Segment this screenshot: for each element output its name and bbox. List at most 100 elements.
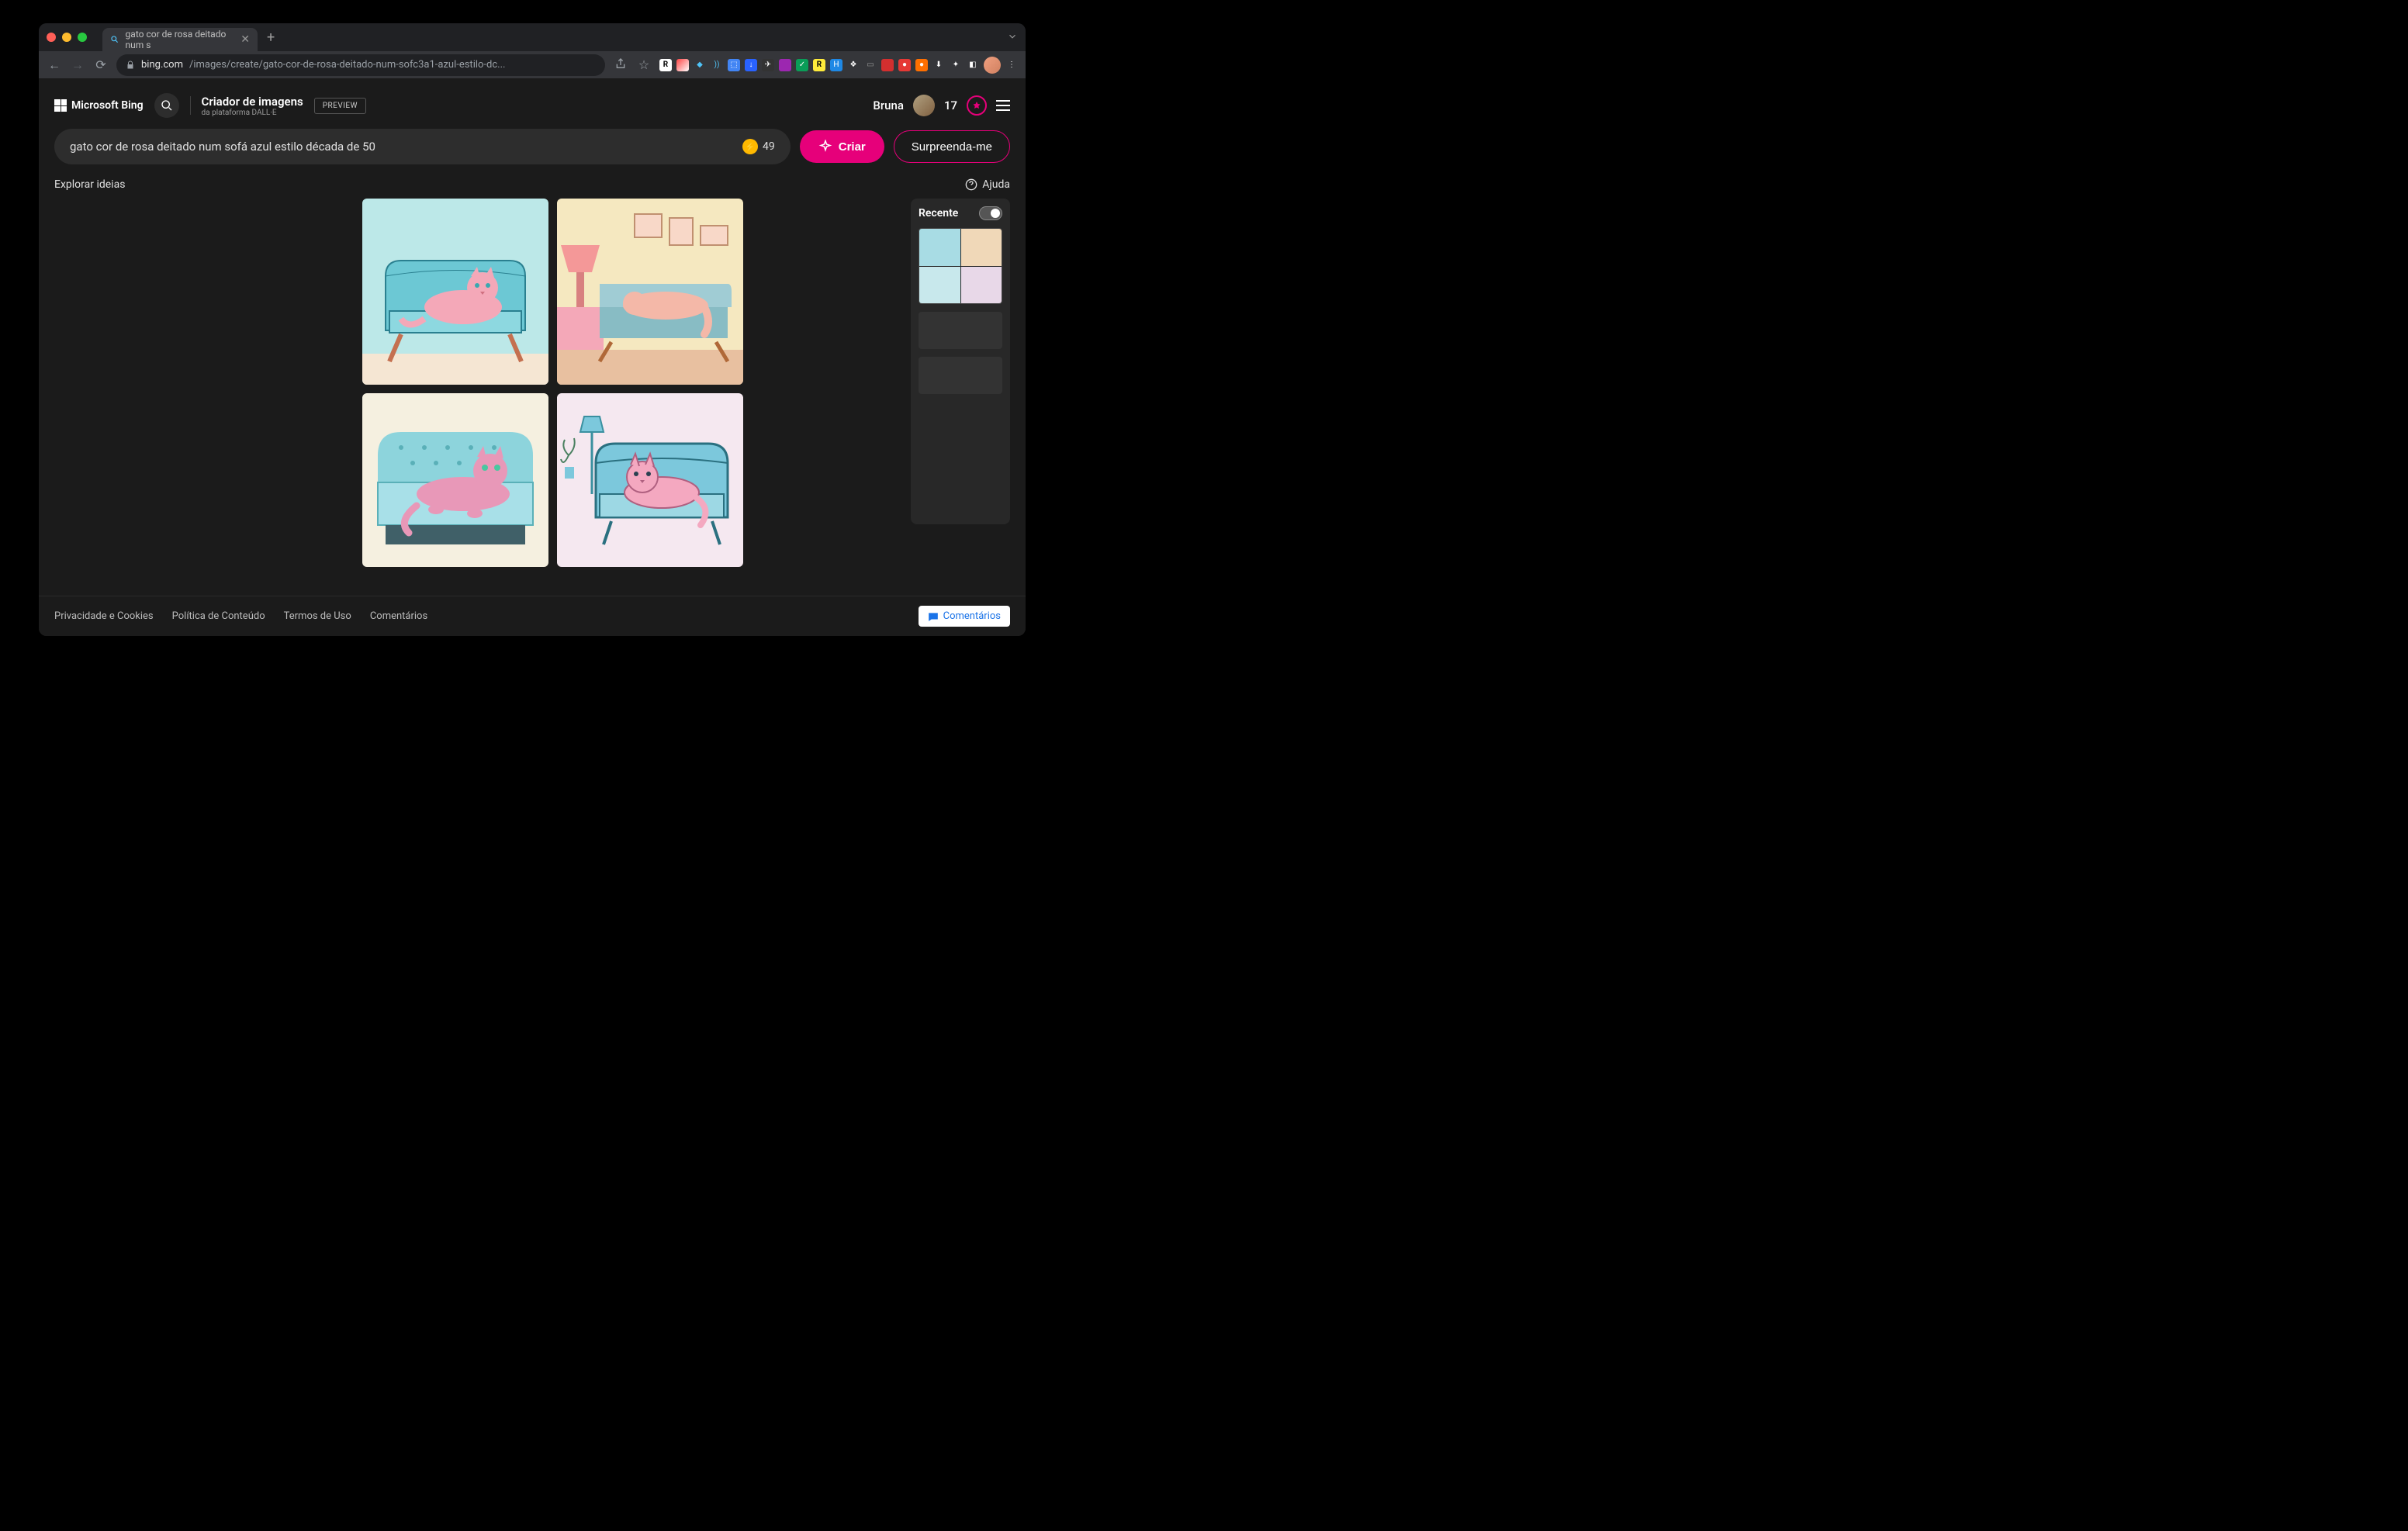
star-icon[interactable]: ☆ — [636, 57, 652, 72]
back-button[interactable]: ← — [47, 57, 62, 73]
ext-icon[interactable]: R — [659, 59, 672, 71]
search-icon — [161, 99, 173, 112]
create-label: Criar — [839, 140, 866, 154]
ext-icon[interactable]: ◆ — [694, 59, 706, 71]
sidepanel-icon[interactable]: ◧ — [967, 59, 979, 71]
image-grid-wrapper — [54, 199, 895, 596]
tab-dropdown-icon[interactable] — [1007, 30, 1018, 45]
window-controls — [47, 33, 87, 42]
ext-icon[interactable]: ✓ — [796, 59, 808, 71]
preview-badge: PREVIEW — [314, 98, 366, 114]
browser-menu-icon[interactable]: ⋮ — [1005, 59, 1018, 71]
recent-title: Recente — [919, 207, 958, 219]
recent-empty-slot — [919, 312, 1002, 349]
new-tab-button[interactable]: + — [267, 29, 275, 46]
window-minimize-button[interactable] — [62, 33, 71, 42]
result-image-4[interactable] — [557, 393, 743, 567]
page-footer: Privacidade e Cookies Política de Conteú… — [39, 596, 1026, 636]
toolbar-row: Explorar ideias Ajuda — [39, 178, 1026, 199]
window-close-button[interactable] — [47, 33, 56, 42]
create-button[interactable]: Criar — [800, 130, 884, 163]
address-bar: ← → ⟳ bing.com /images/create/gato-cor-d… — [39, 51, 1026, 79]
header-right: Bruna 17 — [873, 95, 1010, 116]
extension-icons: R ◆ )) ⬚ ↓ ✈ ✓ R H ❖ ▭ ● ● ⬇ ✦ ◧ ⋮ — [659, 57, 1018, 74]
feedback-button[interactable]: Comentários — [919, 606, 1010, 627]
ext-icon[interactable]: ❖ — [847, 59, 860, 71]
profile-avatar[interactable] — [984, 57, 1001, 74]
ext-icon[interactable]: ⬇ — [932, 59, 945, 71]
help-icon — [965, 178, 977, 191]
footer-link-content[interactable]: Política de Conteúdo — [172, 610, 265, 622]
toggle-knob — [991, 209, 1000, 218]
ext-icon[interactable] — [779, 59, 791, 71]
rewards-icon[interactable] — [967, 95, 987, 116]
username[interactable]: Bruna — [873, 98, 904, 112]
feedback-label: Comentários — [943, 610, 1001, 622]
surprise-label: Surpreenda-me — [912, 140, 992, 154]
ext-icon[interactable]: ⬚ — [728, 59, 740, 71]
reward-points: 17 — [944, 98, 957, 112]
recent-empty-slot — [919, 357, 1002, 394]
help-label: Ajuda — [982, 178, 1010, 191]
result-image-3[interactable] — [362, 393, 548, 567]
tab-close-button[interactable]: ✕ — [240, 33, 250, 46]
page-content: Microsoft Bing Criador de imagens da pla… — [39, 79, 1026, 636]
result-image-2[interactable] — [557, 199, 743, 385]
lightning-icon: ⚡ — [742, 139, 758, 154]
ext-icon[interactable]: ▭ — [864, 59, 877, 71]
prompt-input[interactable]: gato cor de rosa deitado num sofá azul e… — [54, 129, 791, 164]
page-header: Microsoft Bing Criador de imagens da pla… — [39, 79, 1026, 129]
help-link[interactable]: Ajuda — [965, 178, 1010, 191]
forward-button[interactable]: → — [70, 57, 85, 73]
recent-header: Recente — [919, 206, 1002, 220]
page-title-block: Criador de imagens da plataforma DALL·E — [202, 95, 303, 117]
footer-link-feedback[interactable]: Comentários — [370, 610, 427, 622]
window-maximize-button[interactable] — [78, 33, 87, 42]
boost-count: 49 — [763, 140, 775, 153]
ext-icon[interactable]: ↓ — [745, 59, 757, 71]
recent-panel: Recente — [911, 199, 1010, 524]
prompt-row: gato cor de rosa deitado num sofá azul e… — [39, 129, 1026, 178]
footer-link-terms[interactable]: Termos de Uso — [284, 610, 351, 622]
lock-icon — [126, 60, 135, 70]
menu-button[interactable] — [996, 100, 1010, 111]
ext-icon[interactable]: ✈ — [762, 59, 774, 71]
ext-icon[interactable]: H — [830, 59, 842, 71]
tab-title: gato cor de rosa deitado num s — [126, 29, 232, 50]
url-domain: bing.com — [141, 59, 183, 71]
ext-icon[interactable]: ● — [898, 59, 911, 71]
boost-chip[interactable]: ⚡ 49 — [742, 139, 775, 154]
reload-button[interactable]: ⟳ — [93, 57, 109, 72]
footer-link-privacy[interactable]: Privacidade e Cookies — [54, 610, 154, 622]
ext-icon[interactable]: )) — [711, 59, 723, 71]
url-path: /images/create/gato-cor-de-rosa-deitado-… — [189, 59, 505, 71]
ext-icon[interactable] — [881, 59, 894, 71]
ext-icon[interactable]: ● — [915, 59, 928, 71]
extensions-icon[interactable]: ✦ — [950, 59, 962, 71]
divider — [190, 96, 191, 115]
result-image-1[interactable] — [362, 199, 548, 385]
browser-window: gato cor de rosa deitado num s ✕ + ← → ⟳… — [39, 23, 1026, 636]
page-title: Criador de imagens — [202, 95, 303, 109]
explore-ideas-link[interactable]: Explorar ideias — [54, 178, 125, 191]
tab-bar: gato cor de rosa deitado num s ✕ + — [39, 23, 1026, 51]
url-input[interactable]: bing.com /images/create/gato-cor-de-rosa… — [116, 54, 605, 76]
image-grid — [362, 199, 743, 596]
logo-text: Microsoft Bing — [71, 99, 144, 112]
ext-icon[interactable] — [676, 59, 689, 71]
search-icon — [110, 34, 119, 45]
recent-thumbnail[interactable] — [919, 228, 1002, 304]
chat-icon — [928, 611, 939, 622]
recent-toggle[interactable] — [979, 206, 1002, 220]
bing-logo[interactable]: Microsoft Bing — [54, 99, 144, 112]
user-avatar[interactable] — [913, 95, 935, 116]
search-button[interactable] — [154, 93, 179, 118]
browser-tab[interactable]: gato cor de rosa deitado num s ✕ — [102, 28, 258, 51]
main-content: Recente — [39, 199, 1026, 596]
sparkle-icon — [818, 140, 832, 154]
page-subtitle: da plataforma DALL·E — [202, 109, 303, 117]
surprise-button[interactable]: Surpreenda-me — [894, 130, 1010, 163]
prompt-text: gato cor de rosa deitado num sofá azul e… — [70, 140, 375, 154]
share-icon[interactable] — [613, 57, 628, 73]
ext-icon[interactable]: R — [813, 59, 825, 71]
